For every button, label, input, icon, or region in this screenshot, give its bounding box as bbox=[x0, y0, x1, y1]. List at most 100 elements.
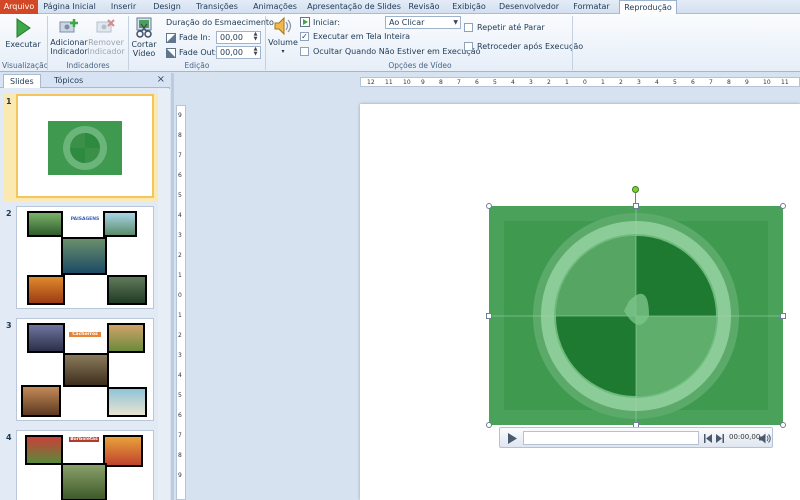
seek-bar[interactable] bbox=[523, 431, 699, 445]
hide-when-not-playing-checkbox[interactable] bbox=[300, 47, 309, 56]
ruler-tick-label: 4 bbox=[178, 372, 182, 379]
hide-when-not-playing-label: Ocultar Quando Não Estiver em Execução bbox=[313, 47, 481, 56]
vertical-ruler: 9 8 7 6 5 4 3 2 1 0 1 2 3 4 5 6 7 8 9 bbox=[176, 105, 186, 500]
play-icon[interactable] bbox=[507, 433, 517, 444]
ribbon-tabs: Arquivo Página Inicial Inserir Design Tr… bbox=[0, 0, 800, 15]
slide-number: 2 bbox=[6, 209, 12, 218]
fade-out-input[interactable]: 00,00 ▲ ▼ bbox=[216, 46, 261, 59]
tab-format[interactable]: Formatar bbox=[564, 0, 619, 14]
volume-icon bbox=[274, 16, 292, 36]
panel-tabs: Slides Tópicos × bbox=[0, 73, 170, 88]
start-icon bbox=[300, 17, 310, 27]
tab-animations[interactable]: Animações bbox=[246, 0, 304, 14]
add-bookmark-icon bbox=[59, 19, 78, 33]
butterfly-photo bbox=[61, 463, 107, 500]
slide-number: 4 bbox=[6, 433, 12, 442]
resize-handle-se[interactable] bbox=[780, 422, 786, 428]
ruler-tick-label: 5 bbox=[178, 392, 182, 399]
rotate-handle[interactable] bbox=[632, 186, 639, 193]
tab-file[interactable]: Arquivo bbox=[0, 0, 38, 14]
resize-handle-ne[interactable] bbox=[780, 203, 786, 209]
ruler-tick-label: 6 bbox=[691, 79, 695, 86]
resize-handle-sw[interactable] bbox=[486, 422, 492, 428]
volume-label: Volume bbox=[268, 38, 298, 47]
remove-bookmark-button[interactable]: Remover Indicador bbox=[87, 18, 125, 56]
ruler-tick-label: 5 bbox=[673, 79, 677, 86]
group-separator bbox=[128, 16, 129, 70]
fullscreen-checkbox[interactable]: ✓ bbox=[300, 32, 309, 41]
video-object[interactable] bbox=[489, 206, 783, 425]
play-button[interactable]: Executar bbox=[4, 18, 42, 49]
fade-in-input[interactable]: 00,00 ▲ ▼ bbox=[216, 31, 261, 44]
ruler-tick-label: 8 bbox=[727, 79, 731, 86]
fade-in-spinner[interactable]: ▲ ▼ bbox=[252, 32, 259, 42]
tab-insert[interactable]: Inserir bbox=[101, 0, 146, 14]
play-icon bbox=[16, 18, 31, 38]
tab-slides[interactable]: Slides bbox=[3, 74, 41, 88]
ruler-tick-label: 8 bbox=[178, 452, 182, 459]
ruler-tick-label: 10 bbox=[403, 79, 411, 86]
butterfly-photo bbox=[25, 435, 63, 465]
start-label: Iniciar: bbox=[313, 18, 341, 27]
ruler-tick-label: 7 bbox=[178, 152, 182, 159]
trim-video-button[interactable]: Cortar Vídeo bbox=[130, 16, 158, 58]
resize-handle-n[interactable] bbox=[633, 203, 639, 209]
ruler-tick-label: 2 bbox=[547, 79, 551, 86]
tab-home[interactable]: Página Inicial bbox=[38, 0, 101, 14]
chevron-down-icon: ▼ bbox=[453, 19, 458, 26]
slide-thumbnail-3[interactable]: Cachorros bbox=[16, 318, 154, 421]
slide-thumbnail-2[interactable]: PAISAGENS bbox=[16, 206, 154, 309]
rewind-label: Retroceder após Execução bbox=[477, 42, 584, 51]
ruler-tick-label: 9 bbox=[421, 79, 425, 86]
fade-out-spinner[interactable]: ▲ ▼ bbox=[252, 47, 259, 57]
ruler-tick-label: 7 bbox=[457, 79, 461, 86]
ruler-tick-label: 9 bbox=[745, 79, 749, 86]
trim-video-icon bbox=[136, 17, 152, 38]
landscape-photo bbox=[61, 237, 107, 275]
panel-splitter[interactable] bbox=[171, 73, 174, 500]
ruler-tick-label: 8 bbox=[178, 132, 182, 139]
group-separator bbox=[572, 16, 573, 70]
play-label: Executar bbox=[5, 40, 41, 49]
tab-transitions[interactable]: Transições bbox=[188, 0, 246, 14]
volume-button[interactable]: Volume ▾ bbox=[268, 16, 298, 56]
tab-playback[interactable]: Reprodução bbox=[619, 0, 677, 15]
ruler-tick-label: 9 bbox=[178, 112, 182, 119]
ruler-tick-label: 8 bbox=[439, 79, 443, 86]
slide-thumbnail-1[interactable] bbox=[16, 94, 154, 198]
tab-view[interactable]: Exibição bbox=[444, 0, 494, 14]
ruler-tick-label: 3 bbox=[178, 352, 182, 359]
slide-title: Cachorros bbox=[69, 332, 101, 337]
tab-design[interactable]: Design bbox=[146, 0, 188, 14]
slide-number: 1 bbox=[6, 97, 12, 106]
ruler-tick-label: 6 bbox=[475, 79, 479, 86]
tab-slideshow[interactable]: Apresentação de Slides bbox=[304, 0, 404, 14]
tab-developer[interactable]: Desenvolvedor bbox=[494, 0, 564, 14]
tab-review[interactable]: Revisão bbox=[404, 0, 444, 14]
ruler-tick-label: 3 bbox=[178, 232, 182, 239]
resize-handle-e[interactable] bbox=[780, 313, 786, 319]
ruler-tick-label: 5 bbox=[493, 79, 497, 86]
slide-thumbnail-4[interactable]: Borboletas bbox=[16, 430, 154, 500]
volume-icon[interactable] bbox=[759, 433, 771, 444]
resize-handle-w[interactable] bbox=[486, 313, 492, 319]
start-select[interactable]: Ao Clicar ▼ bbox=[385, 16, 461, 29]
group-editing-label: Edição bbox=[184, 61, 210, 70]
tab-outline[interactable]: Tópicos bbox=[48, 74, 89, 88]
rewind-checkbox[interactable] bbox=[464, 42, 473, 51]
start-select-value: Ao Clicar bbox=[389, 18, 425, 27]
add-bookmark-button[interactable]: Adicionar Indicador bbox=[50, 18, 88, 56]
loop-checkbox[interactable] bbox=[464, 23, 473, 32]
step-back-icon[interactable] bbox=[704, 434, 713, 443]
fade-out-label: Fade Out: bbox=[179, 48, 218, 57]
ruler-tick-label: 3 bbox=[529, 79, 533, 86]
landscape-photo bbox=[27, 275, 65, 305]
step-forward-icon[interactable] bbox=[715, 434, 724, 443]
close-icon[interactable]: × bbox=[157, 74, 165, 85]
panel-scrollbar[interactable] bbox=[158, 89, 170, 500]
ruler-tick-label: 2 bbox=[178, 252, 182, 259]
ruler-tick-label: 11 bbox=[385, 79, 393, 86]
ruler-tick-label: 10 bbox=[763, 79, 771, 86]
dog-photo bbox=[107, 323, 145, 353]
resize-handle-nw[interactable] bbox=[486, 203, 492, 209]
